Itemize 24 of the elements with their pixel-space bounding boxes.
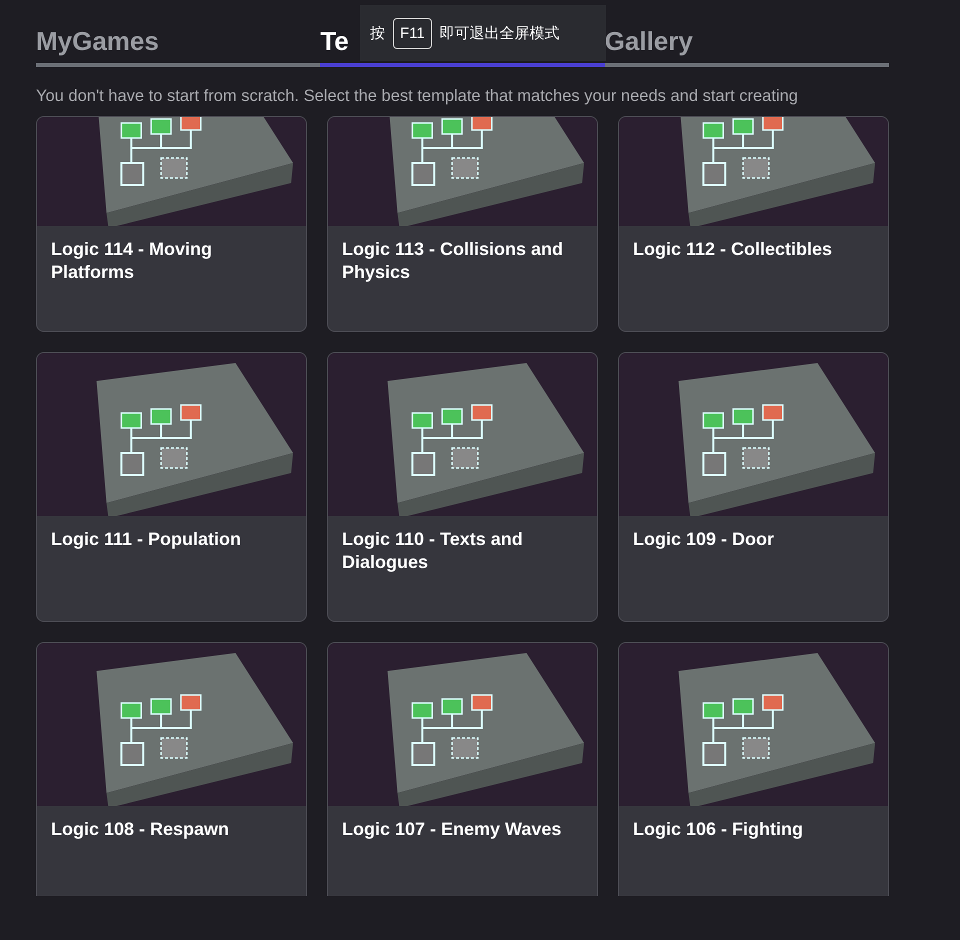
template-card[interactable]: Logic 106 - Fighting [618, 642, 889, 896]
template-card[interactable]: Logic 112 - Collectibles [618, 116, 889, 332]
template-title: Logic 109 - Door [632, 528, 776, 551]
template-title: Logic 110 - Texts and Dialogues [341, 528, 524, 574]
toast-text: 即可退出全屏模式 [440, 24, 560, 42]
tab[interactable]: Gallery [604, 22, 889, 67]
template-card[interactable]: Logic 113 - Collisions and Physics [327, 116, 598, 332]
template-title: Logic 106 - Fighting [632, 818, 804, 841]
template-title: Logic 107 - Enemy Waves [341, 818, 562, 841]
key-cap: F11 [393, 18, 432, 48]
description-text: You don't have to start from scratch. Select the best template that matches your needs and start creating [36, 86, 799, 107]
template-title: Logic 108 - Respawn [50, 818, 230, 841]
template-title: Logic 111 - Population [50, 528, 242, 551]
tab[interactable]: MyGames [36, 22, 320, 67]
template-title: Logic 114 - Moving Platforms [50, 238, 214, 284]
template-title: Logic 112 - Collectibles [632, 238, 834, 261]
toast-text: 按 [370, 24, 385, 42]
template-card[interactable]: Logic 109 - Door [618, 352, 889, 622]
template-card[interactable]: Logic 114 - Moving Platforms [36, 116, 307, 332]
template-card[interactable]: Logic 111 - Population [36, 352, 307, 622]
template-title: Logic 113 - Collisions and Physics [341, 238, 564, 284]
template-card[interactable]: Logic 107 - Enemy Waves [327, 642, 598, 896]
template-card[interactable]: Logic 110 - Texts and Dialogues [327, 352, 598, 622]
template-card[interactable]: Logic 108 - Respawn [36, 642, 307, 896]
